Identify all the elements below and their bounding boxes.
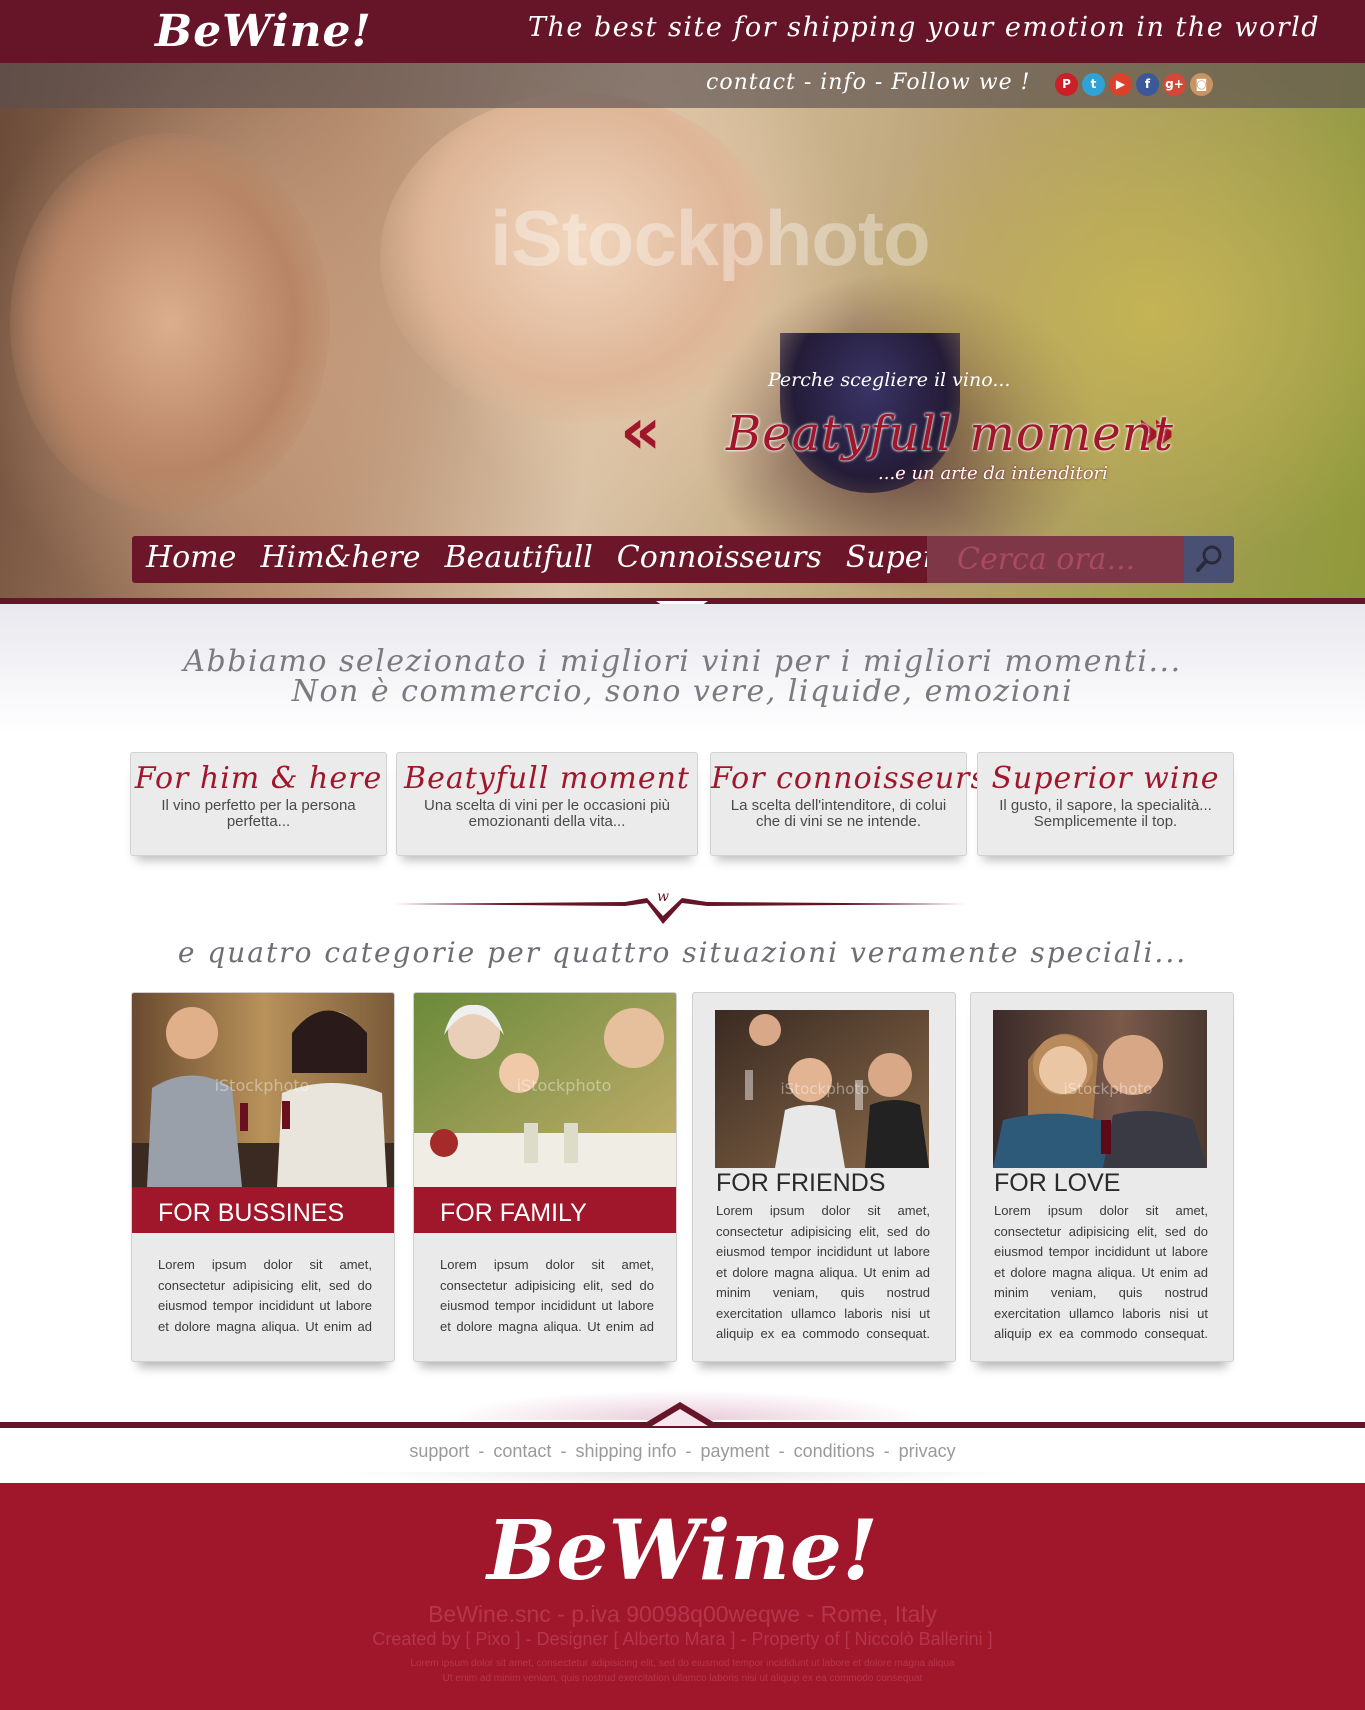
footer-link-separator: - bbox=[778, 1441, 785, 1461]
footer-fine-print-1: Lorem ipsum dolor sit amet, consectetur … bbox=[410, 1658, 955, 1669]
footer-link-separator: - bbox=[560, 1441, 567, 1461]
feature-title: Beatyfull moment bbox=[404, 761, 690, 796]
feature-box-beatyfull-moment[interactable]: Beatyfull moment Una scelta di vini per … bbox=[396, 752, 698, 856]
site-tagline: The best site for shipping your emotion … bbox=[528, 12, 1321, 43]
footer-link-separator: - bbox=[685, 1441, 692, 1461]
intro-line-2: Non è commercio, sono vere, liquide, emo… bbox=[291, 674, 1074, 709]
feature-desc: La scelta dell'intenditore, di colui che… bbox=[730, 797, 947, 830]
feature-title: For him & here bbox=[134, 761, 383, 796]
search-input[interactable]: Cerca ora... bbox=[927, 536, 1184, 583]
feature-box-connoisseurs[interactable]: For connoisseurs La scelta dell'intendit… bbox=[710, 752, 987, 856]
category-card-business[interactable]: iStockphoto FOR BUSSINES Lorem ipsum dol… bbox=[131, 992, 395, 1362]
footer-logo[interactable]: BeWine! bbox=[0, 1503, 1365, 1599]
category-body: Lorem ipsum dolor sit amet, consectetur … bbox=[440, 1257, 654, 1334]
footer-link-shipping-info[interactable]: shipping info bbox=[575, 1441, 676, 1461]
categories-heading: e quatro categorie per quattro situazion… bbox=[177, 936, 1188, 969]
category-title: FOR BUSSINES bbox=[158, 1199, 345, 1227]
footer-link-separator: - bbox=[883, 1441, 890, 1461]
family-photo: iStockphoto bbox=[414, 993, 676, 1187]
site-logo[interactable]: BeWine! bbox=[155, 6, 372, 57]
nav-item-connoisseurs[interactable]: Connoisseurs bbox=[617, 540, 822, 575]
nav-item-beautifull[interactable]: Beautifull bbox=[445, 540, 593, 575]
footer-links: support - contact - shipping info - payment - co… bbox=[0, 1441, 1365, 1462]
friends-photo: iStockphoto bbox=[715, 1010, 929, 1168]
love-photo: iStockphoto bbox=[993, 1010, 1207, 1168]
site-footer: BeWine! BeWine.snc - p.iva 90098q00weqwe… bbox=[0, 1483, 1365, 1710]
youtube-icon[interactable]: ▶ bbox=[1109, 73, 1132, 96]
divider-mark: w bbox=[657, 890, 669, 905]
image-watermark: iStockphoto bbox=[517, 1076, 612, 1095]
footer-company-info: BeWine.snc - p.iva 90098q00weqwe - Rome,… bbox=[428, 1601, 937, 1627]
feature-desc: Una scelta di vini per le occasioni più … bbox=[424, 797, 670, 830]
hero-watermark: iStockphoto bbox=[490, 194, 931, 282]
footer-credits: Created by [ Pixo ] - Designer [ Alberto… bbox=[372, 1629, 993, 1649]
category-card-family[interactable]: iStockphoto FOR FAMILY Lorem ipsum dolor… bbox=[413, 992, 677, 1362]
search-button[interactable] bbox=[1184, 536, 1234, 583]
category-title-band: FOR FAMILY bbox=[414, 1187, 676, 1233]
category-title: FOR FAMILY bbox=[440, 1199, 587, 1227]
main-nav: Home Him&here Beautifull Connoisseurs Su… bbox=[132, 536, 1234, 583]
footer-divider-notch bbox=[640, 1402, 720, 1426]
image-watermark: iStockphoto bbox=[1064, 1080, 1153, 1098]
footer-link-conditions[interactable]: conditions bbox=[794, 1441, 875, 1461]
hero-photo-person-left bbox=[10, 133, 330, 513]
top-header-bar: BeWine! The best site for shipping your … bbox=[0, 0, 1365, 63]
image-watermark: iStockphoto bbox=[781, 1080, 870, 1098]
footer-link-payment[interactable]: payment bbox=[701, 1441, 770, 1461]
category-body: Lorem ipsum dolor sit amet, consectetur … bbox=[158, 1257, 372, 1334]
footer-link-privacy[interactable]: privacy bbox=[899, 1441, 956, 1461]
category-body: Lorem ipsum dolor sit amet, consectetur … bbox=[994, 1203, 1208, 1341]
category-title: FOR FRIENDS bbox=[716, 1169, 886, 1197]
hero-prev-arrow[interactable]: « bbox=[620, 395, 661, 469]
category-card-friends[interactable]: iStockphoto FOR FRIENDS Lorem ipsum dolo… bbox=[692, 992, 956, 1362]
pinterest-icon[interactable]: P bbox=[1055, 73, 1078, 96]
search-icon bbox=[1196, 545, 1222, 572]
hero-banner: iStockphoto contact - info - Follow we !… bbox=[0, 63, 1365, 600]
footer-link-contact[interactable]: contact bbox=[493, 1441, 551, 1461]
facebook-icon[interactable]: f bbox=[1136, 73, 1159, 96]
feature-box-superior-wine[interactable]: Superior wine Il gusto, il sapore, la sp… bbox=[977, 752, 1234, 856]
category-title-band: FOR BUSSINES bbox=[132, 1187, 394, 1233]
instagram-icon[interactable]: ◙ bbox=[1190, 73, 1213, 96]
footer-link-separator: - bbox=[478, 1441, 485, 1461]
intro-section: Abbiamo selezionato i migliori vini per … bbox=[0, 604, 1365, 734]
feature-desc: Il gusto, il sapore, la specialità... Se… bbox=[999, 797, 1212, 830]
nav-item-him-here[interactable]: Him&here bbox=[260, 540, 420, 575]
section-divider: w bbox=[395, 890, 965, 924]
feature-title: Superior wine bbox=[991, 761, 1220, 796]
hero-kicker: Perche scegliere il vino... bbox=[768, 369, 1011, 391]
category-title: FOR LOVE bbox=[994, 1169, 1121, 1197]
category-body: Lorem ipsum dolor sit amet, consectetur … bbox=[716, 1203, 930, 1341]
twitter-icon[interactable]: t bbox=[1082, 73, 1105, 96]
contact-info-follow-links[interactable]: contact - info - Follow we ! bbox=[706, 70, 1030, 95]
category-card-love[interactable]: iStockphoto FOR LOVE Lorem ipsum dolor s… bbox=[970, 992, 1234, 1362]
footer-link-support[interactable]: support bbox=[409, 1441, 469, 1461]
social-icons: P t ▶ f g+ ◙ bbox=[1055, 73, 1213, 96]
business-photo: iStockphoto bbox=[132, 993, 394, 1187]
google-plus-icon[interactable]: g+ bbox=[1163, 73, 1186, 96]
feature-box-him-here[interactable]: For him & here Il vino perfetto per la p… bbox=[130, 752, 387, 856]
footer-fine-print-2: Ut enim ad minim veniam, quis nostrud ex… bbox=[442, 1673, 923, 1684]
hero-subtitle: ...e un arte da intenditori bbox=[878, 463, 1108, 484]
nav-item-home[interactable]: Home bbox=[146, 540, 236, 575]
feature-title: For connoisseurs bbox=[711, 761, 987, 796]
hero-title: Beatyfull moment bbox=[726, 406, 1174, 462]
image-watermark: iStockphoto bbox=[215, 1076, 310, 1095]
feature-desc: Il vino perfetto per la persona perfetta… bbox=[161, 797, 356, 830]
contact-sub-bar: contact - info - Follow we ! P t ▶ f g+ … bbox=[0, 63, 1365, 108]
